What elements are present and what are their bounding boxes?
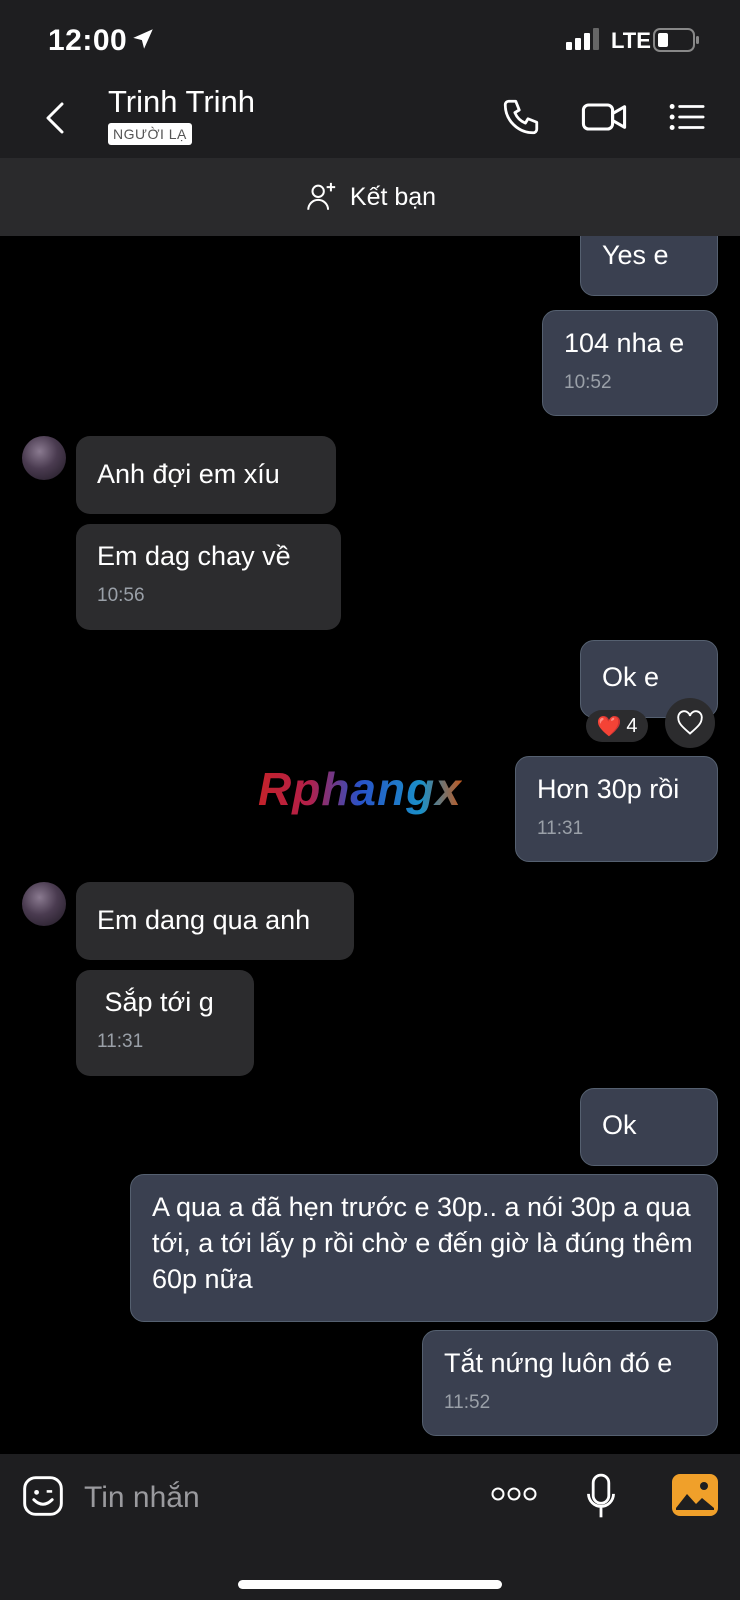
message-input-bar	[0, 1454, 740, 1600]
chat-area[interactable]: Yes e 104 nha e 10:52 Anh đợi em xíu Em …	[0, 236, 740, 1454]
message-text: Hơn 30p rồi	[537, 774, 680, 804]
message-time: 11:31	[537, 818, 584, 839]
image-gallery-icon[interactable]	[672, 1474, 718, 1516]
message-text: Ok e	[602, 662, 660, 692]
menu-list-icon[interactable]	[666, 96, 708, 138]
status-time: 12:00	[48, 24, 128, 57]
message-bubble-received[interactable]: Em dang qua anh	[76, 882, 354, 960]
message-text: A qua a đã hẹn trước e 30p.. a nói 30p a…	[152, 1192, 693, 1294]
message-time: 10:56	[97, 585, 145, 606]
status-bar: 12:00 LTE	[0, 0, 740, 80]
signal-icon	[566, 28, 599, 50]
message-bubble-sent[interactable]: Tắt nứng luôn đó e 11:52	[422, 1330, 718, 1436]
phone-call-icon[interactable]	[500, 96, 542, 138]
home-indicator	[238, 1580, 502, 1589]
message-time: 10:52	[564, 372, 612, 393]
like-button[interactable]	[665, 698, 715, 748]
message-text: Yes e	[602, 240, 669, 270]
message-bubble-sent[interactable]: Hơn 30p rồi 11:31	[515, 756, 718, 862]
location-arrow-icon	[133, 29, 153, 49]
message-text: Anh đợi em xíu	[97, 459, 280, 489]
message-bubble-sent[interactable]: A qua a đã hẹn trước e 30p.. a nói 30p a…	[130, 1174, 718, 1322]
message-time: 11:31	[97, 1031, 144, 1052]
reaction-count: 4	[626, 714, 638, 737]
stranger-badge: NGƯỜI LẠ	[108, 123, 192, 145]
reaction-badge[interactable]: ❤️ 4	[586, 710, 648, 742]
video-call-icon[interactable]	[580, 96, 628, 138]
battery-icon	[653, 28, 699, 52]
sticker-emoji-icon[interactable]	[21, 1474, 65, 1518]
message-text: 104 nha e	[564, 328, 685, 358]
message-input[interactable]	[84, 1476, 464, 1520]
network-type: LTE	[611, 28, 651, 53]
watermark-logo: Rphangx	[258, 763, 462, 815]
more-dots-icon[interactable]	[490, 1484, 538, 1504]
message-bubble-received[interactable]: Em dag chay về 10:56	[76, 524, 341, 630]
message-bubble-received[interactable]: Anh đợi em xíu	[76, 436, 336, 514]
message-bubble-sent[interactable]: 104 nha e 10:52	[542, 310, 718, 416]
message-time: 11:52	[444, 1392, 491, 1413]
add-friend-bar[interactable]: Kết bạn	[0, 158, 740, 236]
message-text: Ok	[602, 1110, 637, 1140]
back-chevron-icon[interactable]	[36, 98, 76, 138]
avatar[interactable]	[22, 882, 66, 926]
add-friend-icon	[307, 182, 336, 210]
contact-name[interactable]: Trinh Trinh	[108, 84, 255, 120]
microphone-icon[interactable]	[585, 1472, 617, 1522]
heart-outline-icon	[677, 710, 703, 735]
message-text: Sắp tới g	[97, 987, 214, 1017]
avatar[interactable]	[22, 436, 66, 480]
message-bubble-sent[interactable]: Ok	[580, 1088, 718, 1166]
message-text: Tắt nứng luôn đó e	[444, 1348, 673, 1378]
heart-reaction-icon: ❤️	[596, 715, 622, 738]
add-friend-label: Kết bạn	[349, 182, 437, 211]
message-text: Em dang qua anh	[97, 905, 311, 935]
message-bubble-sent[interactable]: Yes e	[580, 236, 718, 296]
message-text: Em dag chay về	[97, 541, 291, 571]
message-bubble-received[interactable]: Sắp tới g 11:31	[76, 970, 254, 1076]
chat-header: Trinh Trinh NGƯỜI LẠ	[0, 80, 740, 158]
